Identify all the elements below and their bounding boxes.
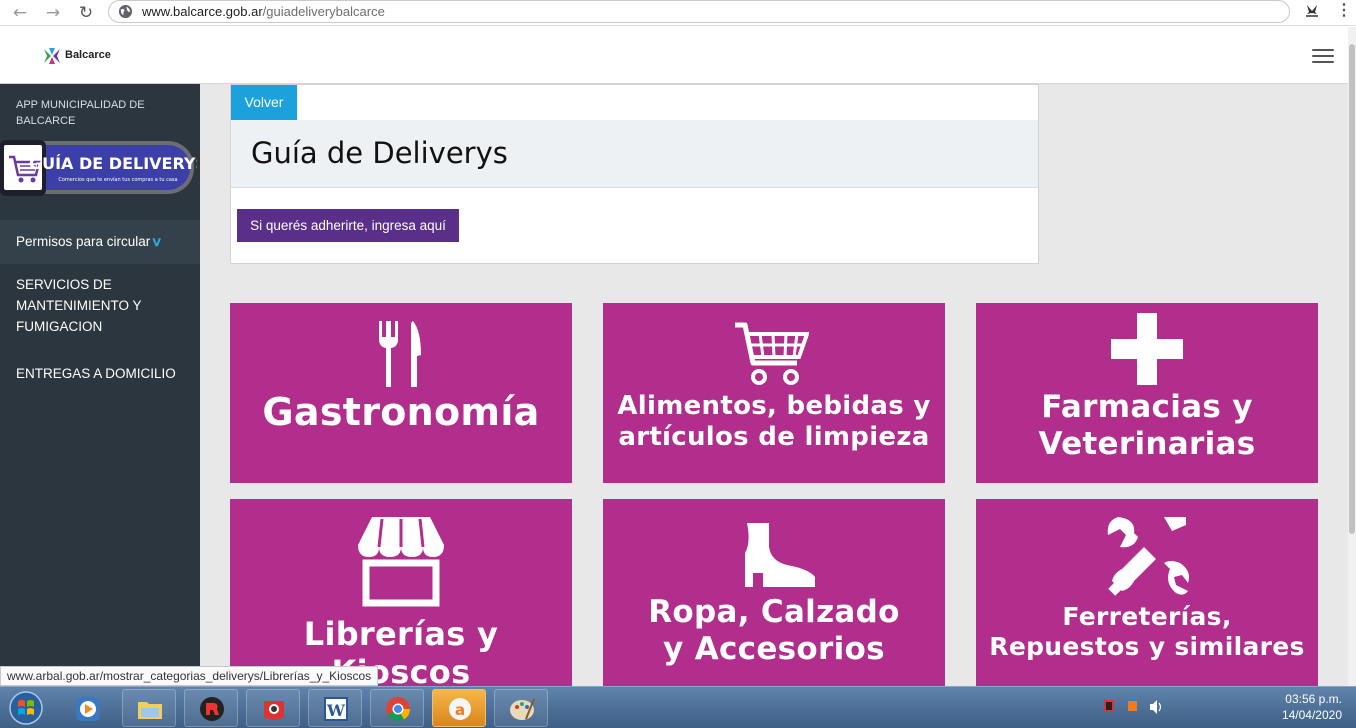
chevron-down-icon: ∨ xyxy=(151,234,164,249)
sidebar-item-servicios[interactable]: SERVICIOS DE MANTENIMIENTO Y FUMIGACION xyxy=(0,274,170,337)
status-url-bar: www.arbal.gob.ar/mostrar_categorias_deli… xyxy=(0,666,379,686)
delivery-guide-banner[interactable]: GUÍA DE DELIVERYS Comercios que te envía… xyxy=(0,138,197,198)
browser-menu-icon[interactable]: ⋮ xyxy=(1336,2,1352,22)
reload-icon[interactable]: ↻ xyxy=(75,2,97,24)
globe-icon xyxy=(118,4,133,19)
taskbar-camera[interactable] xyxy=(246,689,300,727)
category-label: Ferreterías, Repuestos y similares xyxy=(976,602,1318,662)
shopping-cart-icon xyxy=(735,322,809,385)
category-label: Farmacias y Veterinarias xyxy=(976,389,1318,463)
svg-text:a: a xyxy=(455,701,465,719)
site-header: Balcarce xyxy=(0,27,1348,84)
sidebar-item-permisos[interactable]: Permisos para circular∨ xyxy=(0,220,200,264)
category-label-line1: Alimentos, bebidas y xyxy=(617,391,931,421)
category-label-line2: Repuestos y similares xyxy=(989,632,1305,661)
banner-title: GUÍA DE DELIVERYS xyxy=(29,154,197,173)
sidebar: APP MUNICIPALIDAD DE BALCARCE GUÍA DE DE… xyxy=(0,84,200,686)
join-button[interactable]: Si querés adherirte, ingresa aquí xyxy=(237,209,459,242)
chrome-icon xyxy=(386,697,410,722)
word-icon: W xyxy=(324,697,348,721)
taskbar-avast[interactable]: a xyxy=(432,689,486,727)
category-label-line1: Ferreterías, xyxy=(1062,602,1232,631)
arrow-right-icon[interactable]: → xyxy=(42,2,64,24)
app-title: APP MUNICIPALIDAD DE BALCARCE xyxy=(16,99,145,127)
category-label-line1: Ropa, Calzado xyxy=(648,594,900,630)
boot-icon xyxy=(745,523,815,587)
hamburger-menu-icon[interactable] xyxy=(1312,49,1334,65)
taskbar-paint[interactable] xyxy=(494,689,548,727)
category-label-line2: y Accesorios xyxy=(663,631,885,667)
page-body: APP MUNICIPALIDAD DE BALCARCE GUÍA DE DE… xyxy=(0,84,1348,686)
category-tile-alimentos[interactable]: Alimentos, bebidas y artículos de limpie… xyxy=(603,303,945,483)
browser-toolbar: ← → ↻ www.balcarce.gob.ar/guiadeliveryba… xyxy=(0,0,1356,26)
category-label-line2: Veterinarias xyxy=(1038,426,1256,462)
tools-icon xyxy=(1107,517,1189,596)
taskbar-media-player[interactable] xyxy=(60,689,114,727)
arrow-left-icon[interactable]: ← xyxy=(9,2,31,24)
medical-cross-icon xyxy=(1111,313,1183,385)
delivery-guide-card: Volver Guía de Deliverys Si querés adher… xyxy=(230,84,1039,264)
card-header: Guía de Deliverys xyxy=(231,120,1038,188)
category-tile-ferreterias[interactable]: Ferreterías, Repuestos y similares xyxy=(976,499,1318,686)
balcarce-logo-icon[interactable] xyxy=(43,47,61,65)
extension-icon[interactable] xyxy=(1302,2,1322,22)
back-button[interactable]: Volver xyxy=(231,85,297,120)
clock-time: 03:56 p.m. xyxy=(1285,692,1342,706)
category-label-line2: artículos de limpieza xyxy=(618,422,930,452)
storefront-icon xyxy=(358,517,444,607)
taskbar: W a 03:56 p.m. 14/04/2020 xyxy=(0,686,1356,728)
category-label: Gastronomía xyxy=(262,390,540,434)
system-tray[interactable] xyxy=(1098,697,1168,717)
paint-palette-icon xyxy=(510,698,535,720)
svg-text:W: W xyxy=(326,701,346,720)
camera-icon xyxy=(264,701,284,720)
avast-icon: a xyxy=(449,698,471,720)
clock-date: 14/04/2020 xyxy=(1281,708,1342,722)
system-clock[interactable]: 03:56 p.m. 14/04/2020 xyxy=(1262,691,1342,723)
windows-start-icon[interactable] xyxy=(4,689,48,727)
sidebar-item-label: SERVICIOS DE MANTENIMIENTO Y FUMIGACION xyxy=(16,277,142,334)
fork-knife-icon xyxy=(379,321,421,387)
taskbar-word[interactable]: W xyxy=(308,689,362,727)
sidebar-item-label: Permisos para circular xyxy=(16,234,151,249)
banner-subtitle: Comercios que te envían tus compras a tu… xyxy=(58,176,177,183)
sidebar-item-entregas[interactable]: ENTREGAS A DOMICILIO xyxy=(0,363,200,384)
category-tile-librerias[interactable]: Librerías y Kioscos xyxy=(230,499,572,686)
page-scrollbar[interactable] xyxy=(1348,27,1356,686)
media-player-icon xyxy=(76,697,100,721)
category-tile-gastronomia[interactable]: Gastronomía xyxy=(230,303,572,483)
r-app-icon xyxy=(200,697,224,721)
category-tile-farmacias[interactable]: Farmacias y Veterinarias xyxy=(976,303,1318,483)
taskbar-chrome[interactable] xyxy=(370,689,424,727)
url-text: www.balcarce.gob.ar/guiadeliverybalcarce xyxy=(142,4,385,19)
taskbar-app-r[interactable] xyxy=(184,689,238,727)
page-title: Guía de Deliverys xyxy=(251,136,508,170)
address-bar[interactable]: www.balcarce.gob.ar/guiadeliverybalcarce xyxy=(108,0,1290,23)
sidebar-item-label: ENTREGAS A DOMICILIO xyxy=(16,366,176,381)
category-label: Ropa, Calzado y Accesorios xyxy=(603,594,945,668)
folder-icon xyxy=(138,702,162,719)
category-tile-ropa[interactable]: Ropa, Calzado y Accesorios xyxy=(603,499,945,686)
taskbar-file-explorer[interactable] xyxy=(122,689,176,727)
category-label: Alimentos, bebidas y artículos de limpie… xyxy=(603,391,945,453)
brand-name[interactable]: Balcarce xyxy=(65,49,111,61)
category-label-line1: Farmacias y xyxy=(1041,389,1253,425)
